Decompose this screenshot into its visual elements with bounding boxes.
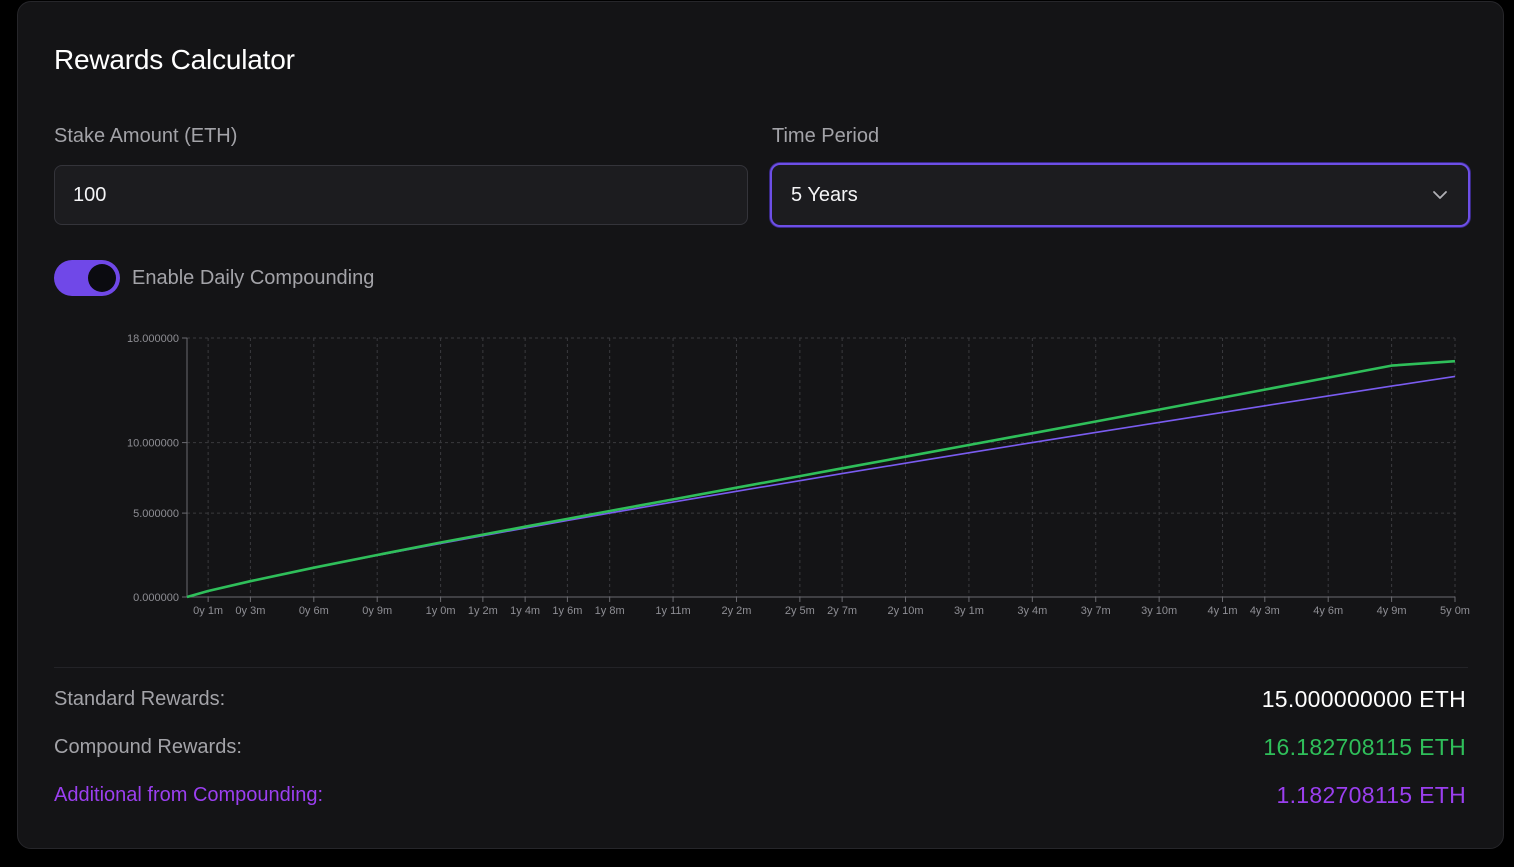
- compounding-toggle[interactable]: [54, 260, 120, 296]
- x-tick-label: 1y 4m: [510, 605, 540, 617]
- x-tick-label: 2y 7m: [827, 605, 857, 617]
- x-tick-label: 2y 2m: [721, 605, 751, 617]
- x-tick-label: 3y 1m: [954, 605, 984, 617]
- x-tick-label: 2y 10m: [887, 605, 923, 617]
- x-tick-label: 3y 10m: [1141, 605, 1177, 617]
- time-period-label: Time Period: [772, 125, 880, 147]
- x-tick-label: 4y 9m: [1377, 605, 1407, 617]
- x-tick-label: 3y 7m: [1081, 605, 1111, 617]
- x-tick-label: 5y 0m: [1440, 605, 1470, 617]
- y-tick-label: 18.000000: [127, 333, 179, 345]
- y-tick-label: 5.000000: [133, 508, 179, 520]
- x-tick-label: 1y 11m: [655, 605, 690, 617]
- x-tick-label: 0y 3m: [235, 605, 265, 617]
- divider: [54, 667, 1468, 668]
- compound-rewards-value: 16.182708115 ETH: [1263, 734, 1466, 760]
- x-tick-label: 1y 0m: [426, 605, 456, 617]
- chevron-down-icon: [1433, 191, 1447, 199]
- compound-rewards-label: Compound Rewards:: [54, 736, 242, 758]
- stake-amount-input[interactable]: 100: [54, 165, 748, 225]
- y-tick-label: 0.000000: [133, 592, 179, 604]
- rewards-calculator-card: Rewards Calculator Stake Amount (ETH) 10…: [17, 1, 1504, 849]
- additional-compounding-value: 1.182708115 ETH: [1276, 782, 1466, 808]
- page-title: Rewards Calculator: [54, 44, 295, 75]
- time-period-select[interactable]: 5 Years: [770, 163, 1470, 227]
- standard-rewards-label: Standard Rewards:: [54, 688, 226, 710]
- x-tick-label: 1y 2m: [468, 605, 498, 617]
- toggle-knob: [88, 264, 116, 292]
- x-tick-label: 2y 5m: [785, 605, 815, 617]
- x-tick-label: 1y 6m: [552, 605, 582, 617]
- x-tick-label: 4y 6m: [1313, 605, 1343, 617]
- x-tick-label: 0y 9m: [362, 605, 392, 617]
- x-tick-label: 4y 3m: [1250, 605, 1280, 617]
- stake-amount-label: Stake Amount (ETH): [54, 125, 238, 147]
- stake-amount-value: 100: [73, 183, 107, 206]
- compounding-toggle-label: Enable Daily Compounding: [132, 267, 375, 289]
- x-tick-label: 4y 1m: [1208, 605, 1238, 617]
- additional-compounding-label: Additional from Compounding:: [54, 784, 324, 806]
- standard-rewards-value: 15.000000000 ETH: [1261, 686, 1466, 712]
- x-tick-label: 3y 4m: [1017, 605, 1047, 617]
- y-tick-label: 10.000000: [127, 438, 179, 450]
- time-period-value: 5 Years: [791, 183, 858, 206]
- rewards-chart: 0.000000 5.000000 10.000000 18.000000 0y 1m 0…: [127, 333, 1470, 617]
- x-tick-label: 0y 6m: [299, 605, 329, 617]
- standard-rewards-line: [186, 375, 1456, 598]
- x-tick-label: 1y 8m: [595, 605, 625, 617]
- x-tick-label: 0y 1m: [193, 605, 223, 617]
